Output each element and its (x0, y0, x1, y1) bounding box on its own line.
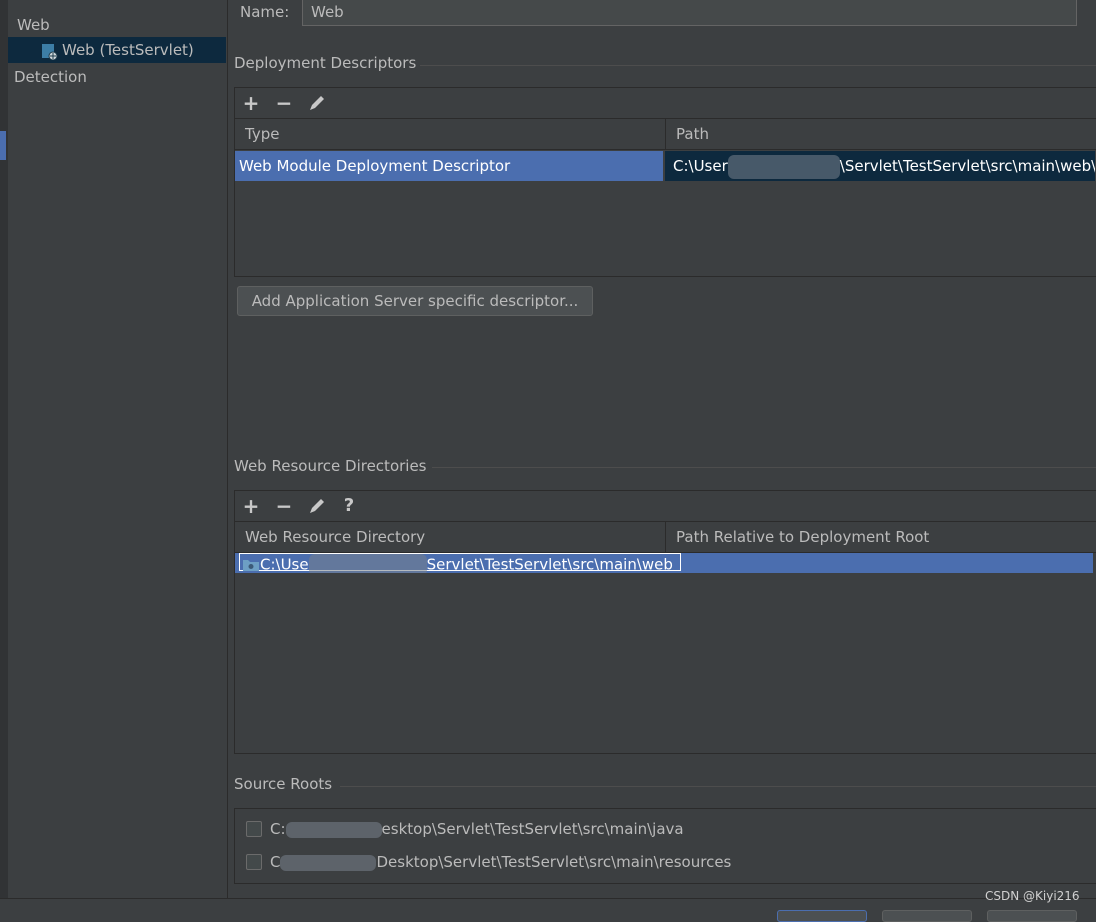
tree-item-label: Detection (14, 68, 87, 86)
resource-table: Web Resource Directory Path Relative to … (234, 521, 1096, 754)
redacted-blur (285, 821, 382, 838)
source-root-checkbox[interactable] (246, 854, 262, 870)
resource-dir-cell[interactable]: C:\Use Servlet\TestServlet\src\main\web (239, 553, 681, 573)
table-row-type[interactable]: Web Module Deployment Descriptor (235, 151, 663, 181)
left-edge-marker (0, 131, 6, 160)
source-roots-title: Source Roots (234, 775, 333, 793)
tree-item-web[interactable]: Web (17, 12, 227, 38)
remove-icon[interactable]: − (272, 91, 296, 115)
add-server-descriptor-button[interactable]: Add Application Server specific descript… (237, 286, 593, 316)
list-item: C Desktop\Servlet\TestServlet\src\main\re… (270, 853, 732, 871)
name-label: Name: (240, 3, 290, 21)
remove-icon[interactable]: − (272, 494, 296, 518)
section-separator (340, 786, 1096, 787)
table-row-path[interactable]: C:\User \Servlet\TestServlet\src\main\web… (665, 151, 1095, 181)
section-separator (420, 65, 1096, 66)
column-header-path[interactable]: Path (666, 119, 1096, 150)
tree-item-label: Web (17, 16, 50, 34)
source-root-checkbox[interactable] (246, 821, 262, 837)
watermark: CSDN @Kiyi216 (985, 889, 1080, 903)
ok-button-partial[interactable] (777, 910, 867, 922)
column-header-relative-path[interactable]: Path Relative to Deployment Root (666, 522, 1096, 553)
add-icon[interactable]: + (239, 494, 263, 518)
tree-item-partial (12, 0, 212, 12)
descriptor-table: Type Path Web Module Deployment Descript… (234, 118, 1096, 277)
redacted-blur (727, 154, 840, 179)
cancel-button-partial[interactable] (882, 910, 972, 922)
redacted-blur (280, 854, 377, 871)
list-item: C: esktop\Servlet\TestServlet\src\main\ja… (270, 820, 684, 838)
web-facet-icon (42, 42, 58, 61)
tree-item-web-testservlet[interactable]: Web (TestServlet) (8, 37, 226, 63)
source-roots-list: C: esktop\Servlet\TestServlet\src\main\ja… (234, 808, 1096, 884)
descriptor-toolbar: + − (234, 87, 1096, 119)
apply-button-partial[interactable] (987, 910, 1077, 922)
tree-item-label: Web (TestServlet) (62, 41, 194, 59)
resource-toolbar: + − ? (234, 490, 1096, 522)
edit-icon[interactable] (305, 494, 329, 518)
table-row[interactable]: C:\Use Servlet\TestServlet\src\main\web (235, 553, 1093, 573)
facet-tree: Web Web (TestServlet) Detection (8, 0, 228, 898)
edit-icon[interactable] (305, 91, 329, 115)
add-icon[interactable]: + (239, 91, 263, 115)
folder-icon (242, 557, 260, 571)
column-header-type[interactable]: Type (235, 119, 666, 150)
name-input[interactable]: Web (302, 0, 1077, 26)
column-header-web-resource-directory[interactable]: Web Resource Directory (235, 522, 666, 553)
help-icon[interactable]: ? (337, 494, 361, 518)
web-resource-directories-title: Web Resource Directories (234, 457, 427, 475)
deployment-descriptors-title: Deployment Descriptors (234, 54, 417, 72)
redacted-blur (308, 554, 427, 573)
section-separator (432, 467, 1096, 468)
tree-item-detection[interactable]: Detection (14, 64, 224, 90)
